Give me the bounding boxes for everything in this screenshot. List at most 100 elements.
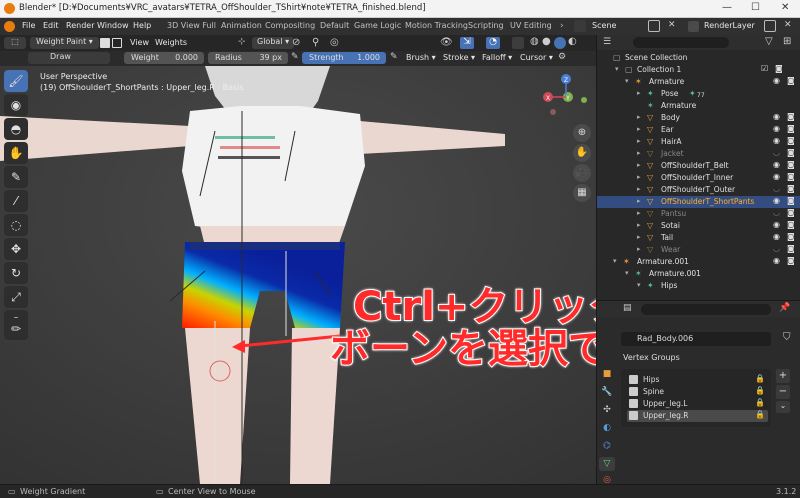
strength-pressure-icon[interactable]: ✎ [390, 52, 398, 62]
camera-icon[interactable]: ◙ [787, 76, 795, 85]
visibility-icon[interactable]: 👁 [440, 37, 453, 48]
eye-icon[interactable]: ◉ [773, 172, 780, 181]
rotate-icon[interactable]: ↻ [4, 262, 28, 284]
editor-type-button[interactable]: ⬚ [4, 37, 26, 49]
new-view-layer-icon[interactable] [764, 20, 776, 32]
expand-icon[interactable]: ▾ [615, 65, 619, 73]
maximize-button[interactable]: ☐ [751, 2, 760, 13]
expand-icon[interactable]: ▾ [613, 257, 617, 265]
remove-vertex-group-button[interactable]: − [776, 385, 790, 399]
strength-field[interactable]: Strength 1.000 [302, 52, 386, 64]
gradient-icon[interactable]: ⁄ [4, 190, 28, 212]
gizmo-x-label[interactable]: X [546, 95, 550, 102]
lock-icon[interactable]: 🔒 [755, 398, 765, 407]
vertex-groups-header[interactable]: Vertex Groups [623, 353, 680, 362]
particles-tab-icon[interactable]: ✣ [599, 403, 615, 417]
vertex-group-item[interactable]: Spine 🔒 [627, 386, 768, 398]
eye-hidden-icon[interactable]: ◡ [773, 148, 780, 157]
outliner-row[interactable]: ✶ Armature [597, 100, 800, 112]
smear-icon[interactable]: ✋ [4, 142, 28, 164]
transform-orientation-select[interactable]: Global ▾ [252, 37, 295, 49]
close-button[interactable]: ✕ [781, 2, 789, 13]
outliner-row[interactable]: ▸ ▽ OffShoulderT_Inner ◉ ◙ [597, 172, 800, 184]
pan-hand-icon[interactable]: ✋ [573, 144, 591, 162]
brush-menu[interactable]: Brush ▾ [406, 53, 436, 62]
outliner-row[interactable]: ▸ ▽ Tail ◉ ◙ [597, 232, 800, 244]
wireframe-shading-icon[interactable]: ◍ [530, 36, 539, 47]
outliner-row[interactable]: ▸ ✦ Pose ✦ 77 [597, 88, 800, 100]
expand-icon[interactable]: ▾ [625, 269, 629, 277]
zoom-icon[interactable]: ⊕ [573, 124, 591, 142]
camera-icon[interactable]: ◙ [787, 232, 795, 241]
camera-icon[interactable]: ◙ [787, 256, 795, 265]
vertex-group-item-active[interactable]: Upper_leg.R 🔒 [627, 410, 768, 422]
camera-icon[interactable]: ◙ [787, 148, 795, 157]
object-tab-icon[interactable]: ■ [599, 367, 615, 381]
expand-icon[interactable]: ▾ [637, 281, 641, 289]
camera-icon[interactable]: ◙ [787, 160, 795, 169]
proportional-edit-icon[interactable]: ◎ [330, 37, 339, 48]
checkbox-icon[interactable]: ☑ [761, 64, 768, 73]
menu-weights[interactable]: Weights [155, 38, 187, 47]
radius-pressure-icon[interactable]: ✎ [291, 52, 299, 62]
modifier-tab-icon[interactable]: 🔧 [599, 385, 615, 399]
lock-icon[interactable]: 🔒 [755, 374, 765, 383]
annotate-icon[interactable]: ✏ [4, 318, 28, 340]
outliner-row[interactable]: ▸ ▽ HairA ◉ ◙ [597, 136, 800, 148]
new-scene-icon[interactable] [648, 20, 660, 32]
eye-hidden-icon[interactable]: ◡ [773, 208, 780, 217]
workspace-scroll-icon[interactable]: › [560, 21, 564, 31]
expand-icon[interactable]: ▸ [637, 185, 641, 193]
outliner-row[interactable]: ▸ ▽ OffShoulderT_Belt ◉ ◙ [597, 160, 800, 172]
eye-icon[interactable]: ◉ [773, 196, 780, 205]
lock-icon[interactable]: 🔒 [755, 386, 765, 395]
gizmo-z-label[interactable]: Z [564, 77, 568, 84]
eye-icon[interactable]: ◉ [773, 136, 780, 145]
new-collection-icon[interactable]: ⊞ [783, 36, 791, 47]
gizmo-y-label[interactable]: Y [565, 95, 570, 102]
fake-user-shield-icon[interactable]: ⛉ [783, 332, 791, 343]
material-shading-icon[interactable] [554, 37, 566, 49]
tab-default[interactable]: Default [320, 21, 349, 30]
pivot-icon[interactable]: ⊘ [292, 37, 300, 48]
camera-icon[interactable]: ◙ [787, 244, 795, 253]
falloff-menu[interactable]: Falloff ▾ [482, 53, 512, 62]
delete-view-layer-icon[interactable]: ✕ [784, 20, 792, 30]
physics-tab-icon[interactable]: ◐ [599, 421, 615, 435]
overlay-toggle-icon[interactable]: ◔ [486, 37, 500, 49]
camera-icon[interactable]: ◙ [787, 184, 795, 193]
outliner-editor-icon[interactable]: ☰ [603, 37, 611, 47]
outliner-row[interactable]: ▸ ▽ Ear ◉ ◙ [597, 124, 800, 136]
eye-hidden-icon[interactable]: ◡ [773, 184, 780, 193]
constraints-tab-icon[interactable]: ⌬ [599, 439, 615, 453]
camera-icon[interactable]: ◙ [787, 172, 795, 181]
weight-field[interactable]: Weight 0.000 [124, 52, 204, 64]
vertex-group-item[interactable]: Hips 🔒 [627, 374, 768, 386]
outliner-search-input[interactable] [633, 37, 729, 48]
properties-search-input[interactable] [641, 304, 771, 315]
filter-icon[interactable]: ▽ [765, 36, 773, 47]
outliner-row[interactable]: ▸ ▽ Body ◉ ◙ [597, 112, 800, 124]
camera-icon[interactable]: ◙ [787, 196, 795, 205]
move-icon[interactable]: ✥ [4, 238, 28, 260]
tab-3d-view-full[interactable]: 3D View Full [167, 21, 216, 30]
expand-icon[interactable]: ▸ [637, 137, 641, 145]
draw-brush-icon[interactable]: 🖌 [4, 70, 28, 92]
delete-scene-icon[interactable]: ✕ [668, 20, 676, 30]
3d-viewport[interactable]: Z X Y User Perspective (19) OffShoulderT… [0, 66, 596, 484]
mode-selector[interactable]: Weight Paint ▾ [30, 37, 99, 49]
outliner-row[interactable]: ▾ ✶ Armature ◉ ◙ [597, 76, 800, 88]
menu-window[interactable]: Window [97, 21, 129, 30]
outliner-row[interactable]: ▾ ✦ Hips [597, 280, 800, 292]
lock-icon[interactable]: 🔒 [755, 410, 765, 419]
select-circle-icon[interactable]: ◌ [4, 214, 28, 236]
expand-icon[interactable]: ▸ [637, 221, 641, 229]
gizmo-toggle-icon[interactable]: ⇲ [460, 37, 474, 49]
view-layer-name[interactable]: RenderLayer [704, 21, 755, 30]
properties-editor-icon[interactable]: ▤ [623, 303, 632, 313]
expand-icon[interactable]: ▸ [637, 125, 641, 133]
menu-file[interactable]: File [22, 21, 35, 30]
outliner-row[interactable]: ▸ ▽ Pantsu ◡ ◙ [597, 208, 800, 220]
brush-selector[interactable]: Draw [28, 52, 110, 64]
menu-render[interactable]: Render [66, 21, 94, 30]
